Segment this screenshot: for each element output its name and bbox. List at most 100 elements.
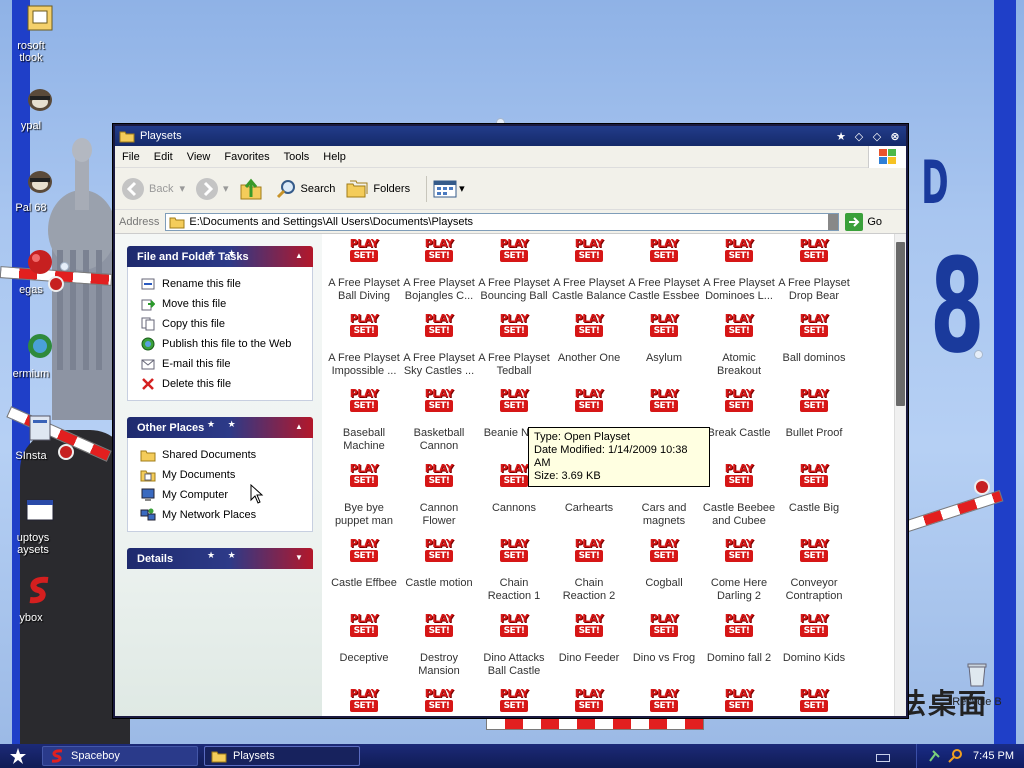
task-copy[interactable]: Copy this file [140,314,312,334]
taskbar-button-spaceboy[interactable]: Spaceboy [42,746,198,766]
start-button[interactable] [0,744,36,768]
file-item[interactable]: PLAY SET! Asylum [627,313,701,365]
file-item[interactable]: PLAY SET! Domino Kids [777,613,851,665]
file-item[interactable]: PLAY SET! Castle Effbee [327,538,401,590]
desktop-icon-playpal[interactable]: ypal [5,82,75,132]
menu-edit[interactable]: Edit [147,151,180,163]
tray-search-icon[interactable] [947,748,963,764]
file-item[interactable]: PLAY SET! [402,688,476,716]
menu-help[interactable]: Help [316,151,353,163]
scrollbar-thumb[interactable] [896,242,905,406]
playset-file-icon: PLAYSET! [646,313,682,348]
task-move[interactable]: Move this file [140,294,312,314]
file-item[interactable]: PLAY SET! Basketball Cannon [402,388,476,453]
tray-app-icon[interactable] [927,748,943,764]
search-button[interactable]: Search [275,178,335,200]
file-item[interactable]: PLAY SET! A Free Playset Tedball [477,313,551,378]
address-input[interactable]: E:\Documents and Settings\All Users\Docu… [165,212,840,231]
badge-set-text: SET! [725,625,753,637]
back-button[interactable]: Back ▾ [121,177,185,201]
file-item[interactable]: PLAY SET! A Free Playset Castle Essbee [627,238,701,303]
file-item[interactable]: PLAY SET! Ball dominos [777,313,851,365]
menu-tools[interactable]: Tools [277,151,317,163]
file-item[interactable]: PLAY SET! Chain Reaction 2 [552,538,626,603]
file-item[interactable]: PLAY SET! [627,688,701,716]
maximize-button[interactable]: ◇ [869,129,885,143]
file-item[interactable]: PLAY SET! Another One [552,313,626,365]
go-button[interactable]: Go [845,212,882,231]
file-item[interactable]: PLAY SET! [702,688,776,716]
desktop-icon-recycle-bin[interactable]: Recycle B [942,658,1012,708]
file-item[interactable]: PLAY SET! Baseball Machine [327,388,401,453]
collapse-chevron-icon[interactable]: ▲ [295,422,305,432]
file-item[interactable]: PLAY SET! Cogball [627,538,701,590]
file-item[interactable]: PLAY SET! A Free Playset Bouncing Ball [477,238,551,303]
forward-button[interactable]: ▾ [195,177,229,201]
place-shared-documents[interactable]: Shared Documents [140,445,312,465]
file-item[interactable]: PLAY SET! [552,688,626,716]
file-item[interactable]: PLAY SET! Dino vs Frog [627,613,701,665]
desktop-icon-vegas[interactable]: egas [5,246,75,296]
task-email[interactable]: E-mail this file [140,354,312,374]
other-places-header[interactable]: Other Places ★ ★ ▲ [127,417,313,438]
file-item[interactable]: PLAY SET! [552,388,626,427]
file-item[interactable]: PLAY SET! Dino Feeder [552,613,626,665]
menu-favorites[interactable]: Favorites [217,151,276,163]
desktop-icon-toybox[interactable]: ybox [5,574,75,624]
taskbar-button-playsets[interactable]: Playsets [204,746,360,766]
file-item[interactable]: PLAY SET! A Free Playset Impossible ... [327,313,401,378]
file-item[interactable]: PLAY SET! Conveyor Contraption [777,538,851,603]
file-item[interactable]: PLAY SET! Castle motion [402,538,476,590]
file-item[interactable]: PLAY SET! A Free Playset Dominoes L... [702,238,776,303]
file-item[interactable]: PLAY SET! [327,688,401,716]
file-item[interactable]: PLAY SET! Domino fall 2 [702,613,776,665]
desktop-icon-outlook[interactable]: rosoft tlook [5,2,75,64]
star-icon[interactable]: ★ [833,129,849,143]
file-item[interactable]: PLAY SET! A Free Playset Sky Castles ... [402,313,476,378]
place-my-computer[interactable]: My Computer [140,485,312,505]
desktop-icon-vermium[interactable]: ermium [5,330,75,380]
file-folder-tasks-header[interactable]: File and Folder Tasks ★ ★ ▲ [127,246,313,267]
file-item[interactable]: PLAY SET! Dino Attacks Ball Castle [477,613,551,678]
file-item[interactable]: PLAY SET! Destroy Mansion [402,613,476,678]
file-item[interactable]: PLAY SET! Castle Beebee and Cubee [702,463,776,528]
file-item[interactable]: PLAY SET! Come Here Darling 2 [702,538,776,603]
file-item[interactable]: PLAY SET! [477,688,551,716]
file-item[interactable]: PLAY SET! Atomic Breakout [702,313,776,378]
file-item[interactable]: PLAY SET! Deceptive [327,613,401,665]
task-delete[interactable]: Delete this file [140,374,312,394]
file-item[interactable]: PLAY SET! Bullet Proof [777,388,851,440]
place-my-network[interactable]: My Network Places [140,505,312,525]
file-item[interactable]: PLAY SET! A Free Playset Bojangles C... [402,238,476,303]
place-my-documents[interactable]: My Documents [140,465,312,485]
desktop-icon-playsets[interactable]: uptoys aysets [5,494,75,556]
desktop-icon-playpal68[interactable]: Pal 68 [5,164,75,214]
close-button[interactable]: ⊗ [887,129,903,143]
minimize-button[interactable]: ◇ [851,129,867,143]
menu-view[interactable]: View [180,151,218,163]
file-item[interactable]: PLAY SET! A Free Playset Castle Balance [552,238,626,303]
clock[interactable]: 7:45 PM [973,750,1014,762]
expand-chevron-icon[interactable]: ▼ [295,553,305,563]
desktop-icon-sinstall[interactable]: SInsta [5,412,75,462]
collapse-chevron-icon[interactable]: ▲ [295,251,305,261]
file-item[interactable]: PLAY SET! A Free Playset Drop Bear [777,238,851,303]
window-titlebar[interactable]: Playsets ★ ◇ ◇ ⊗ [115,126,906,146]
address-dropdown-button[interactable] [828,213,839,230]
details-header[interactable]: Details ★ ★ ▼ [127,548,313,569]
task-rename[interactable]: Rename this file [140,274,312,294]
file-item[interactable]: PLAY SET! [627,388,701,427]
file-item[interactable]: PLAY SET! [777,688,851,716]
menu-file[interactable]: File [115,151,147,163]
file-item[interactable]: PLAY SET! Break Castle [702,388,776,440]
file-item[interactable]: PLAY SET! Bye bye puppet man [327,463,401,528]
file-item[interactable]: PLAY SET! Cannon Flower [402,463,476,528]
task-publish-web[interactable]: Publish this file to the Web [140,334,312,354]
file-item[interactable]: PLAY SET! A Free Playset Ball Diving [327,238,401,303]
vertical-scrollbar[interactable] [894,234,906,716]
up-folder-button[interactable] [239,177,265,201]
file-item[interactable]: PLAY SET! Chain Reaction 1 [477,538,551,603]
file-item[interactable]: PLAY SET! Castle Big [777,463,851,515]
views-button[interactable]: ▾ [433,179,465,199]
folders-button[interactable]: Folders [345,178,410,200]
